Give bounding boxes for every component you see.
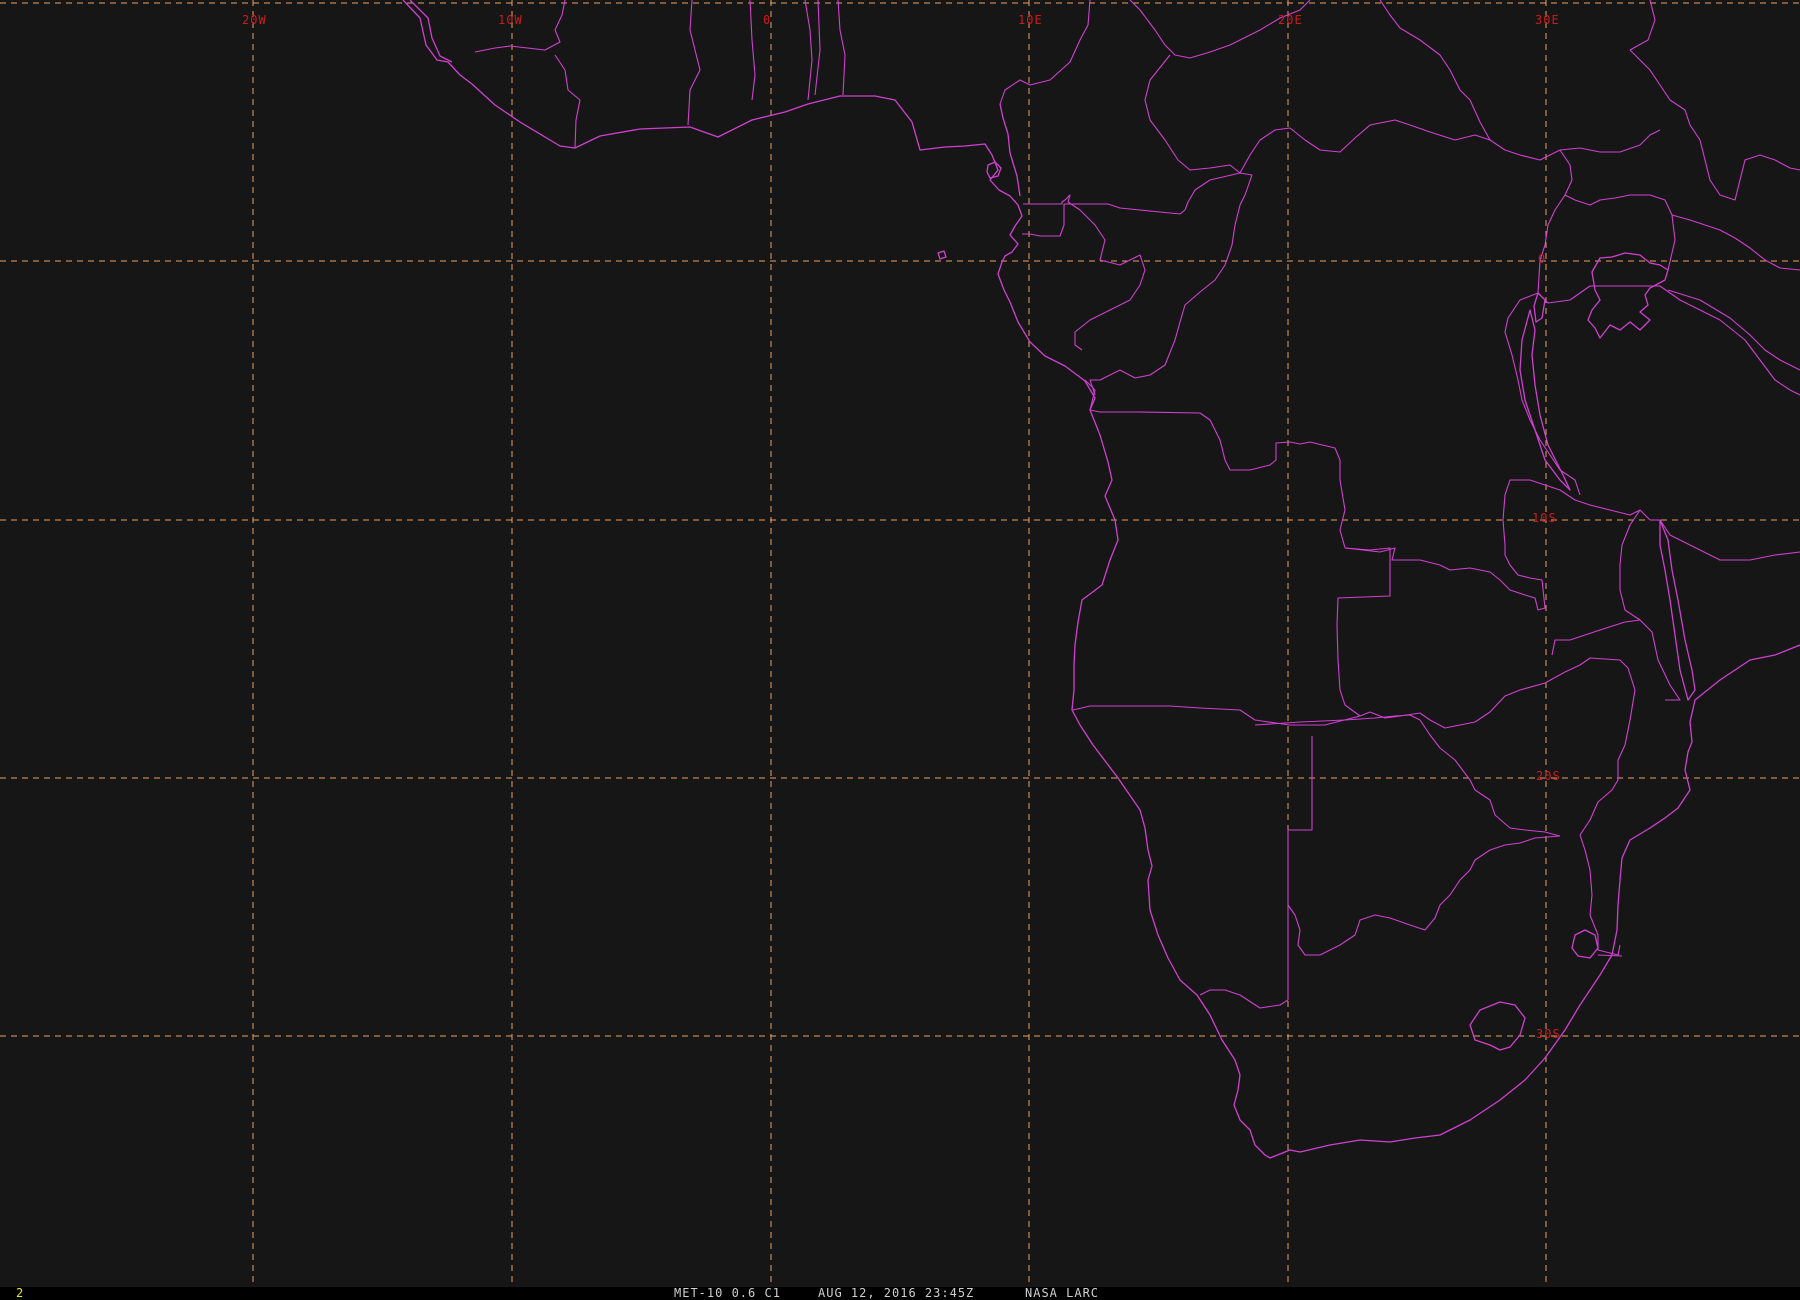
satellite-channel-info: MET-10 0.6 C1 [674, 1286, 781, 1300]
lon-label-0: 0 [763, 13, 771, 27]
status-bar: 2 MET-10 0.6 C1 AUG 12, 2016 23:45Z NASA… [0, 1287, 1800, 1300]
map-background [0, 0, 1800, 1287]
lon-label-10e: 10E [1018, 13, 1043, 27]
lat-label-30s: 30S [1536, 1027, 1561, 1041]
image-timestamp: AUG 12, 2016 23:45Z [818, 1286, 975, 1300]
lat-label-0: 0 [1538, 252, 1546, 266]
frame-number: 2 [16, 1286, 25, 1300]
lat-label-20s: 20S [1536, 769, 1561, 783]
satellite-map: 20W 10W 0 10E 20E 30E 0 10S 20S 30S [0, 0, 1800, 1287]
lon-label-30e: 30E [1535, 13, 1560, 27]
lon-label-20w: 20W [242, 13, 267, 27]
lat-label-10s: 10S [1532, 511, 1557, 525]
map-canvas: 20W 10W 0 10E 20E 30E 0 10S 20S 30S [0, 0, 1800, 1287]
lon-label-10w: 10W [498, 13, 523, 27]
lon-label-20e: 20E [1278, 13, 1303, 27]
data-credit: NASA LARC [1025, 1286, 1100, 1300]
